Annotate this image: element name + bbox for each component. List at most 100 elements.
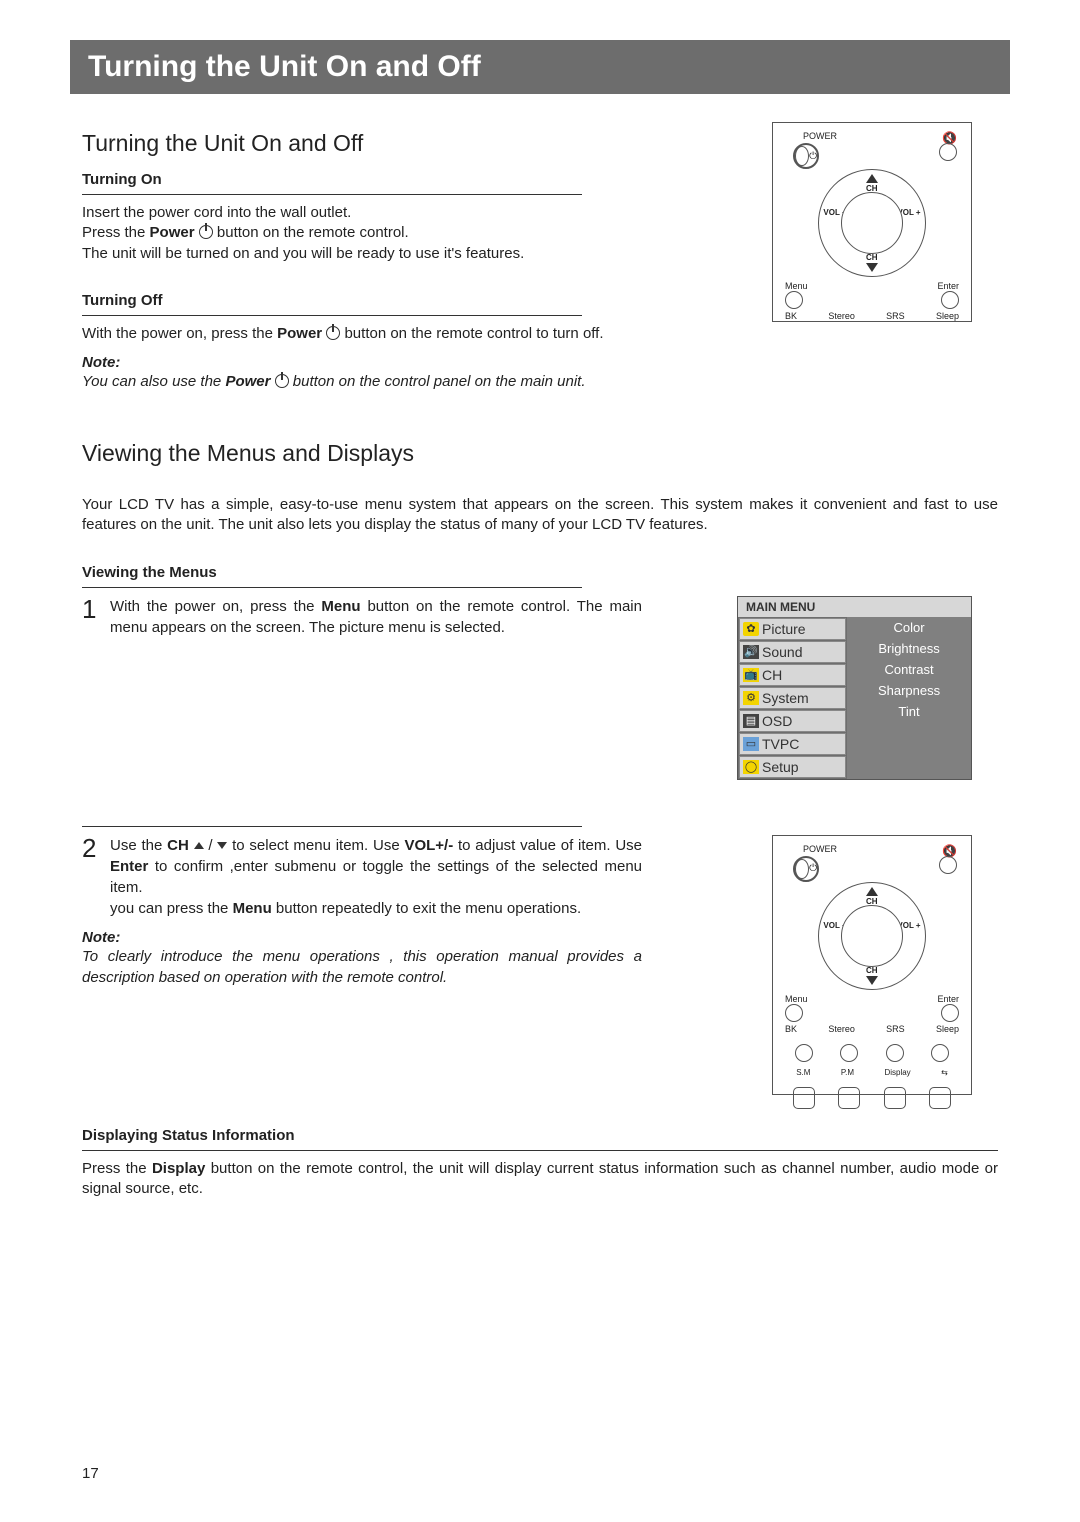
osd-sub-contrast: Contrast [847, 659, 971, 680]
remote-enter-button [941, 291, 959, 309]
displaying-status-body: Press the Display button on the remote c… [82, 1159, 998, 1200]
divider [82, 315, 582, 316]
text: Press the [82, 224, 150, 241]
text: Press the [82, 1160, 152, 1177]
remote-square-button [838, 1087, 860, 1109]
remote-power-label: POWER [803, 131, 837, 141]
sleep-label: Sleep [936, 311, 959, 321]
text: OSD [762, 713, 792, 729]
text: Setup [762, 759, 799, 775]
osd-sub-tint: Tint [847, 701, 971, 722]
enter-label: Enter [937, 994, 959, 1004]
note-body: To clearly introduce the menu operations… [82, 946, 642, 988]
sound-icon: 🔊 [743, 645, 759, 659]
note-label: Note: [82, 354, 642, 371]
text: TVPC [762, 736, 799, 752]
text: You can also use the [82, 373, 225, 390]
turning-on-body: Insert the power cord into the wall outl… [82, 203, 642, 264]
remote-menu-button [785, 1004, 803, 1022]
page-number: 17 [82, 1465, 99, 1482]
remote-mute-button [939, 856, 957, 874]
divider [82, 587, 582, 588]
text: The unit will be turned on and you will … [82, 245, 524, 262]
displaying-status-heading: Displaying Status Information [82, 1127, 998, 1144]
chevron-down-icon [217, 842, 227, 849]
osd-item-setup: ◯Setup [739, 756, 846, 778]
menu-label: Menu [785, 281, 808, 291]
bk-label: BK [785, 311, 797, 321]
osd-main-menu: MAIN MENU ✿Picture 🔊Sound 📺CH ⚙System ▤O… [737, 596, 972, 780]
banner-title: Turning the Unit On and Off [88, 50, 992, 84]
remote-power-label: POWER [803, 844, 837, 854]
remote-square-button [884, 1087, 906, 1109]
text: button on the remote control, the unit w… [82, 1160, 998, 1197]
text-bold: Menu [321, 598, 360, 615]
turning-off-heading: Turning Off [82, 292, 642, 309]
swap-icon: ⇆ [941, 1068, 948, 1077]
osd-sub-color: Color [847, 617, 971, 638]
osd-sub-brightness: Brightness [847, 638, 971, 659]
remote-square-button [793, 1087, 815, 1109]
tvpc-icon: ▭ [743, 737, 759, 751]
chevron-up-icon [866, 174, 878, 183]
note-body: You can also use the Power button on the… [82, 371, 642, 392]
remote-nav-ring: CH VOL − VOL + CH [818, 169, 926, 277]
note-label: Note: [82, 929, 642, 946]
text: Use the [110, 837, 167, 854]
text: Insert the power cord into the wall outl… [82, 204, 351, 221]
text: you can press the [110, 900, 233, 917]
text: to select menu item. Use [232, 837, 404, 854]
text: button on the remote control. [213, 224, 409, 241]
power-icon [199, 225, 213, 239]
remote-small-button [886, 1044, 904, 1062]
remote-square-button [929, 1087, 951, 1109]
osd-item-picture: ✿Picture [739, 618, 846, 640]
sleep-label: Sleep [936, 1024, 959, 1034]
section-1-title: Turning the Unit On and Off [82, 130, 642, 157]
remote-small-button [795, 1044, 813, 1062]
osd-icon: ▤ [743, 714, 759, 728]
power-icon [326, 326, 340, 340]
remote-small-button [840, 1044, 858, 1062]
turning-off-body: With the power on, press the Power butto… [82, 324, 642, 344]
text: to adjust value of item. Use [453, 837, 642, 854]
osd-item-tvpc: ▭TVPC [739, 733, 846, 755]
remote-small-button [931, 1044, 949, 1062]
divider [82, 194, 582, 195]
text: Sound [762, 644, 802, 660]
text-bold: Power [150, 224, 195, 241]
osd-item-ch: 📺CH [739, 664, 846, 686]
text: With the power on, press the [110, 598, 321, 615]
text: button on the remote control to turn off… [340, 325, 603, 342]
srs-label: SRS [886, 311, 905, 321]
text: CH [762, 667, 782, 683]
remote-nav-ring: CH VOL − VOL + CH [818, 882, 926, 990]
remote-power-button: ⏻ [793, 856, 819, 882]
picture-icon: ✿ [743, 622, 759, 636]
display-label: Display [884, 1068, 910, 1077]
osd-item-system: ⚙System [739, 687, 846, 709]
text: Picture [762, 621, 806, 637]
divider [82, 826, 582, 827]
section-2-intro: Your LCD TV has a simple, easy-to-use me… [82, 495, 998, 536]
ch-icon: 📺 [743, 668, 759, 682]
setup-icon: ◯ [743, 760, 759, 774]
osd-item-sound: 🔊Sound [739, 641, 846, 663]
stereo-label: Stereo [828, 1024, 855, 1034]
stereo-label: Stereo [828, 311, 855, 321]
chevron-down-icon [866, 263, 878, 272]
system-icon: ⚙ [743, 691, 759, 705]
step-2: 2 Use the CH / to select menu item. Use … [82, 835, 642, 919]
text-bold: Power [277, 325, 322, 342]
text-bold: Menu [233, 900, 272, 917]
remote-menu-button [785, 291, 803, 309]
chevron-up-icon [194, 842, 204, 849]
text-bold: Enter [110, 858, 148, 875]
text: button on the control panel on the main … [289, 373, 586, 390]
remote-power-button: ⏻ [793, 143, 819, 169]
text: to confirm ,enter submenu or toggle the … [110, 858, 642, 896]
divider [82, 1150, 998, 1151]
ch-down-label: CH [866, 253, 878, 262]
remote-diagram-2: POWER 🔇 ⏻ CH VOL − VOL + CH [772, 835, 972, 1095]
remote-mute-button [939, 143, 957, 161]
